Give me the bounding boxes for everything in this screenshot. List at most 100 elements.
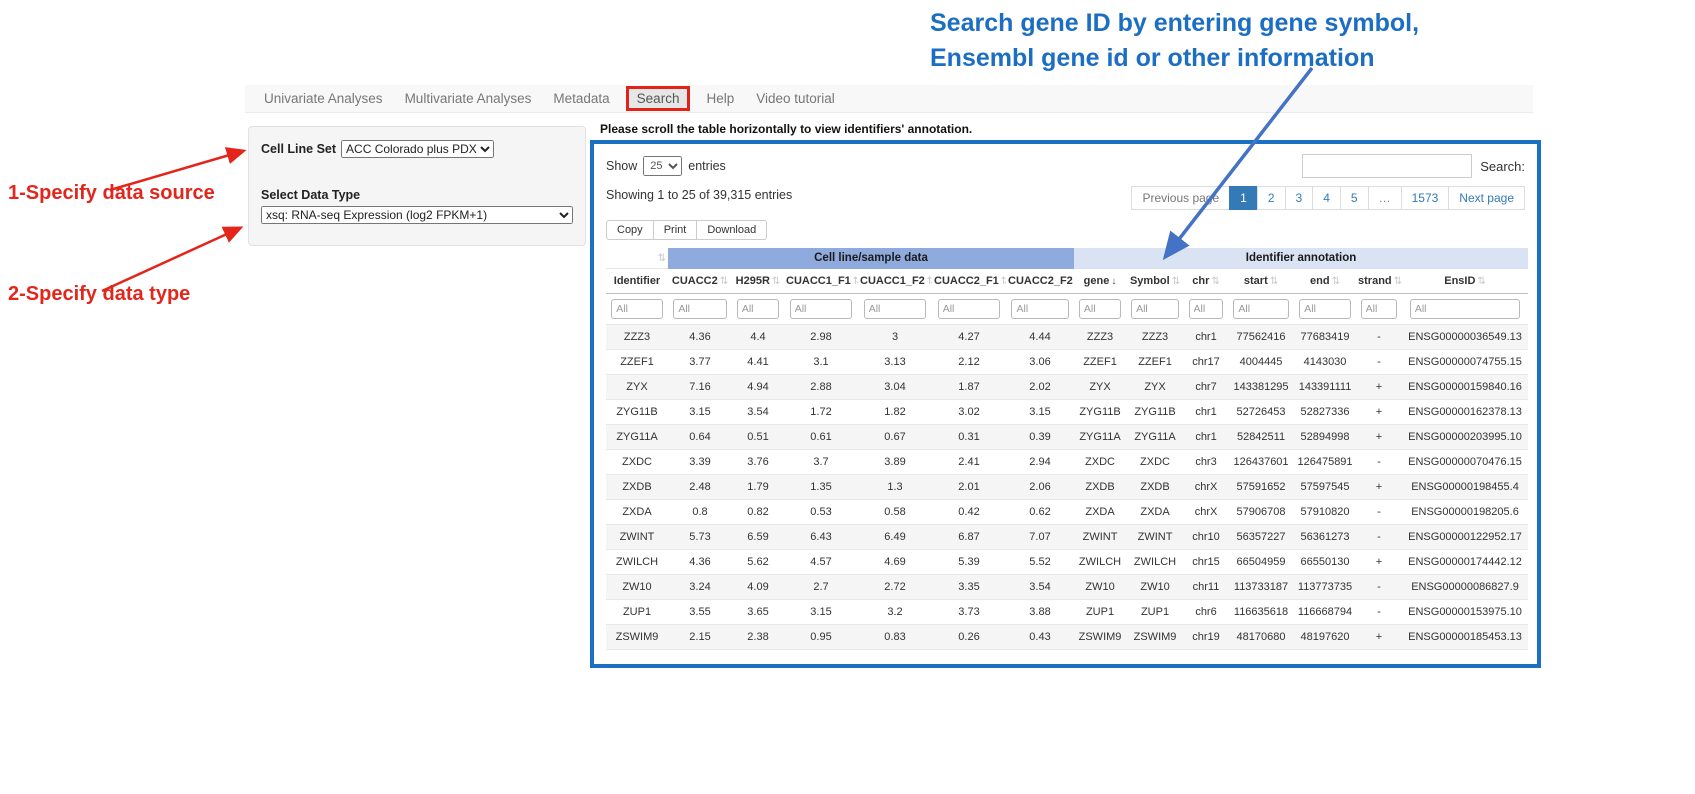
table-cell: 3.24 [668, 575, 732, 600]
table-cell: - [1356, 325, 1402, 350]
table-cell: ZXDC [1126, 450, 1184, 475]
filter-input-cuacc2-f2[interactable] [1011, 299, 1068, 319]
tab-multivariate-analyses[interactable]: Multivariate Analyses [394, 91, 543, 106]
cell-line-set-label: Cell Line Set [261, 142, 336, 156]
column-header-gene[interactable]: gene↓ [1074, 269, 1126, 294]
column-header-cuacc1-f2[interactable]: CUACC1_F2⇅ [858, 269, 932, 294]
table-cell: 52726453 [1228, 400, 1294, 425]
export-print-button[interactable]: Print [653, 220, 698, 240]
table-row: ZZZ34.364.42.9834.274.44ZZZ3ZZZ3chr17756… [606, 325, 1528, 350]
column-header-chr[interactable]: chr⇅ [1184, 269, 1228, 294]
column-header-cuacc2-f1[interactable]: CUACC2_F1⇅ [932, 269, 1006, 294]
table-cell: ZUP1 [1074, 600, 1126, 625]
table-cell: - [1356, 600, 1402, 625]
filter-input-symbol[interactable] [1131, 299, 1179, 319]
page-button-1[interactable]: 1 [1229, 186, 1258, 210]
column-filter-row [606, 294, 1528, 325]
filter-input-gene[interactable] [1079, 299, 1121, 319]
column-header-ensid[interactable]: EnsID⇅ [1402, 269, 1528, 294]
table-row: ZXDB2.481.791.351.32.012.06ZXDBZXDBchrX5… [606, 475, 1528, 500]
previous-page-button[interactable]: Previous page [1131, 186, 1230, 210]
filter-input-cuacc1-f2[interactable] [864, 299, 927, 319]
table-cell: ZUP1 [1126, 600, 1184, 625]
column-label: chr [1192, 275, 1209, 287]
gene-expression-table: ⇅ Cell line/sample data Identifier annot… [606, 248, 1528, 650]
sort-icon: ⇅ [853, 276, 858, 287]
tab-univariate-analyses[interactable]: Univariate Analyses [253, 91, 394, 106]
cell-line-set-select[interactable]: ACC Colorado plus PDX [341, 140, 494, 158]
filter-cell [668, 294, 732, 325]
tab-help[interactable]: Help [695, 91, 745, 106]
column-header-cuacc1-f1[interactable]: CUACC1_F1⇅ [784, 269, 858, 294]
filter-input-cuacc1-f1[interactable] [790, 299, 853, 319]
table-cell: 0.31 [932, 425, 1006, 450]
table-cell: 3.06 [1006, 350, 1074, 375]
filter-input-start[interactable] [1233, 299, 1288, 319]
sort-icon: ⇅ [1477, 276, 1485, 287]
table-cell: 3.13 [858, 350, 932, 375]
export-copy-button[interactable]: Copy [606, 220, 654, 240]
filter-input-ensid[interactable] [1410, 299, 1520, 319]
filter-input-cuacc2[interactable] [673, 299, 726, 319]
next-page-button[interactable]: Next page [1448, 186, 1525, 210]
search-annotation-line1: Search gene ID by entering gene symbol, [930, 6, 1419, 41]
page-length-select[interactable]: 25 [643, 156, 682, 176]
column-header-h295r[interactable]: H295R⇅ [732, 269, 784, 294]
table-row: ZYG11A0.640.510.610.670.310.39ZYG11AZYG1… [606, 425, 1528, 450]
page-button-1573[interactable]: 1573 [1401, 186, 1450, 210]
page-button-5[interactable]: 5 [1340, 186, 1369, 210]
table-cell: 4.69 [858, 550, 932, 575]
table-row: ZW103.244.092.72.723.353.54ZW10ZW10chr11… [606, 575, 1528, 600]
filter-input-cuacc2-f1[interactable] [938, 299, 1001, 319]
page-ellipsis: … [1368, 186, 1402, 210]
table-cell: 66550130 [1294, 550, 1356, 575]
table-cell: chrX [1184, 475, 1228, 500]
tab-search[interactable]: Search [626, 86, 691, 111]
column-header-symbol[interactable]: Symbol⇅ [1126, 269, 1184, 294]
column-header-strand[interactable]: strand⇅ [1356, 269, 1402, 294]
table-cell: 4.44 [1006, 325, 1074, 350]
page-button-3[interactable]: 3 [1285, 186, 1314, 210]
filter-cell [784, 294, 858, 325]
table-cell: chr1 [1184, 425, 1228, 450]
page-button-4[interactable]: 4 [1312, 186, 1341, 210]
column-header-start[interactable]: start⇅ [1228, 269, 1294, 294]
table-cell: 52827336 [1294, 400, 1356, 425]
filter-input-end[interactable] [1299, 299, 1351, 319]
table-row: ZZEF13.774.413.13.132.123.06ZZEF1ZZEF1ch… [606, 350, 1528, 375]
table-cell: 3.04 [858, 375, 932, 400]
table-cell: 56357227 [1228, 525, 1294, 550]
column-header-identifier[interactable]: Identifier [606, 269, 668, 294]
table-cell: chr1 [1184, 325, 1228, 350]
filter-input-h295r[interactable] [737, 299, 779, 319]
table-cell: ZWILCH [1074, 550, 1126, 575]
column-header-end[interactable]: end⇅ [1294, 269, 1356, 294]
table-cell: 57906708 [1228, 500, 1294, 525]
column-header-cuacc2[interactable]: CUACC2⇅ [668, 269, 732, 294]
table-cell: ZWINT [606, 525, 668, 550]
table-cell: 116668794 [1294, 600, 1356, 625]
table-cell: 57597545 [1294, 475, 1356, 500]
tab-metadata[interactable]: Metadata [542, 91, 620, 106]
identifier-sort-header[interactable]: ⇅ [606, 248, 668, 269]
table-cell: 3.73 [932, 600, 1006, 625]
filter-input-strand[interactable] [1361, 299, 1398, 319]
table-cell: ENSG00000185453.13 [1402, 625, 1528, 650]
column-header-row: IdentifierCUACC2⇅H295R⇅CUACC1_F1⇅CUACC1_… [606, 269, 1528, 294]
tab-video-tutorial[interactable]: Video tutorial [745, 91, 846, 106]
search-input[interactable] [1302, 154, 1472, 178]
column-label: CUACC1_F1 [786, 275, 851, 287]
column-header-cuacc2-f2[interactable]: CUACC2_F2⇅ [1006, 269, 1074, 294]
table-cell: chr17 [1184, 350, 1228, 375]
filter-input-identifier[interactable] [611, 299, 663, 319]
data-type-select[interactable]: xsq: RNA-seq Expression (log2 FPKM+1) [261, 206, 573, 224]
table-cell: 4.36 [668, 550, 732, 575]
table-cell: 5.39 [932, 550, 1006, 575]
data-source-panel: Cell Line Set ACC Colorado plus PDX Sele… [248, 126, 586, 246]
sort-icon: ⇅ [1001, 276, 1006, 287]
page-button-2[interactable]: 2 [1257, 186, 1286, 210]
table-cell: ZXDB [1126, 475, 1184, 500]
filter-input-chr[interactable] [1189, 299, 1224, 319]
export-download-button[interactable]: Download [696, 220, 767, 240]
table-cell: + [1356, 475, 1402, 500]
